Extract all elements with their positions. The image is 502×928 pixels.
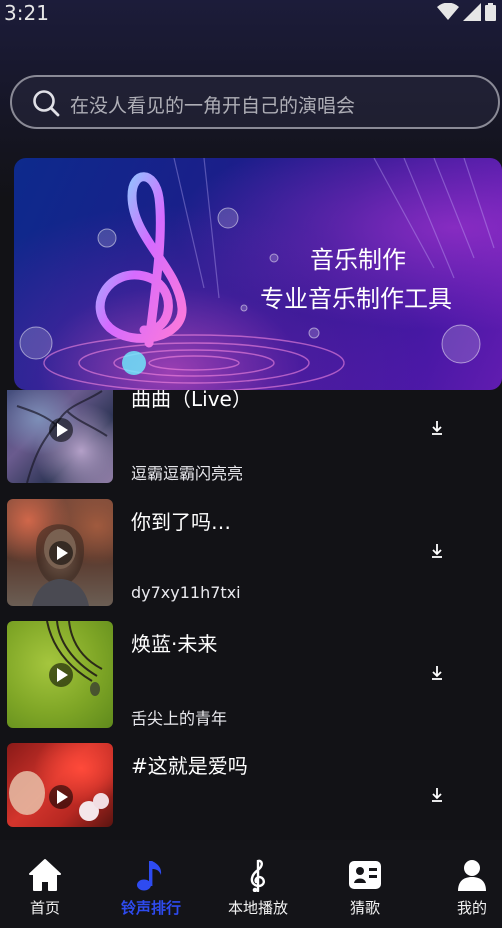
search-bar[interactable]: 在没人看见的一角开自己的演唱会: [10, 75, 500, 129]
song-artist: 逗霸逗霸闪亮亮: [131, 464, 244, 483]
song-list-item[interactable]: #这就是爱吗: [0, 743, 502, 838]
play-icon[interactable]: [49, 785, 73, 809]
song-artist: dy7xy11h7txi: [131, 583, 241, 602]
nav-item-ringtone-chart[interactable]: 铃声排行: [111, 858, 191, 922]
nav-label: 铃声排行: [120, 899, 181, 917]
play-icon[interactable]: [49, 418, 73, 442]
nav-item-guess-song[interactable]: 猜歌: [325, 858, 405, 922]
song-thumbnail: [7, 621, 113, 728]
search-icon: [33, 90, 60, 117]
wifi-icon: [437, 3, 459, 20]
battery-icon: [485, 3, 496, 21]
song-title: 你到了吗…: [131, 510, 231, 534]
nav-label: 本地播放: [227, 899, 288, 917]
nav-item-local-play[interactable]: 本地播放: [218, 858, 298, 922]
song-title: 曲曲（Live）: [131, 390, 252, 411]
download-icon[interactable]: [430, 420, 444, 436]
nav-label: 我的: [456, 899, 487, 917]
app-screen: 3:21 在没人看见的一角开自己的演唱会 音乐制作 专业音乐制作工具 曲曲（Li…: [0, 0, 502, 928]
play-icon[interactable]: [49, 541, 73, 565]
play-icon[interactable]: [49, 663, 73, 687]
banner-subtitle: 专业音乐制作工具: [260, 285, 452, 313]
bottom-nav: 首页 铃声排行 本地播放 猜歌 我的: [0, 840, 502, 928]
song-title: 焕蓝·未来: [131, 632, 218, 656]
download-icon[interactable]: [430, 543, 444, 559]
search-placeholder: 在没人看见的一角开自己的演唱会: [70, 95, 356, 117]
id-card-icon: [349, 861, 381, 889]
promo-banner[interactable]: 音乐制作 专业音乐制作工具: [14, 158, 502, 390]
nav-label: 首页: [29, 899, 60, 917]
user-icon: [458, 860, 486, 891]
treble-clef-icon: [250, 859, 265, 892]
song-list: 曲曲（Live） 逗霸逗霸闪亮亮 你到了吗… dy7xy11h7txi 焕蓝·未…: [0, 390, 502, 838]
status-bar: 3:21: [0, 0, 502, 30]
home-icon: [29, 859, 61, 891]
song-list-item[interactable]: 曲曲（Live） 逗霸逗霸闪亮亮: [0, 390, 502, 498]
signal-icon: [463, 3, 481, 21]
song-thumbnail: [7, 390, 113, 483]
song-list-item[interactable]: 你到了吗… dy7xy11h7txi: [0, 499, 502, 621]
banner-art: [19, 158, 495, 390]
song-list-item[interactable]: 焕蓝·未来 舌尖上的青年: [0, 621, 502, 743]
song-thumbnail: [7, 499, 113, 606]
nav-item-mine[interactable]: 我的: [432, 858, 502, 922]
music-note-icon: [137, 861, 162, 891]
song-artist: 舌尖上的青年: [131, 709, 228, 728]
download-icon[interactable]: [430, 665, 444, 681]
download-icon[interactable]: [430, 787, 444, 803]
banner-title: 音乐制作: [310, 246, 406, 274]
status-time: 3:21: [4, 1, 49, 25]
nav-label: 猜歌: [349, 899, 380, 917]
status-icons: [437, 3, 496, 21]
song-title: #这就是爱吗: [131, 754, 248, 778]
song-thumbnail: [7, 743, 113, 827]
nav-item-home[interactable]: 首页: [5, 858, 85, 922]
